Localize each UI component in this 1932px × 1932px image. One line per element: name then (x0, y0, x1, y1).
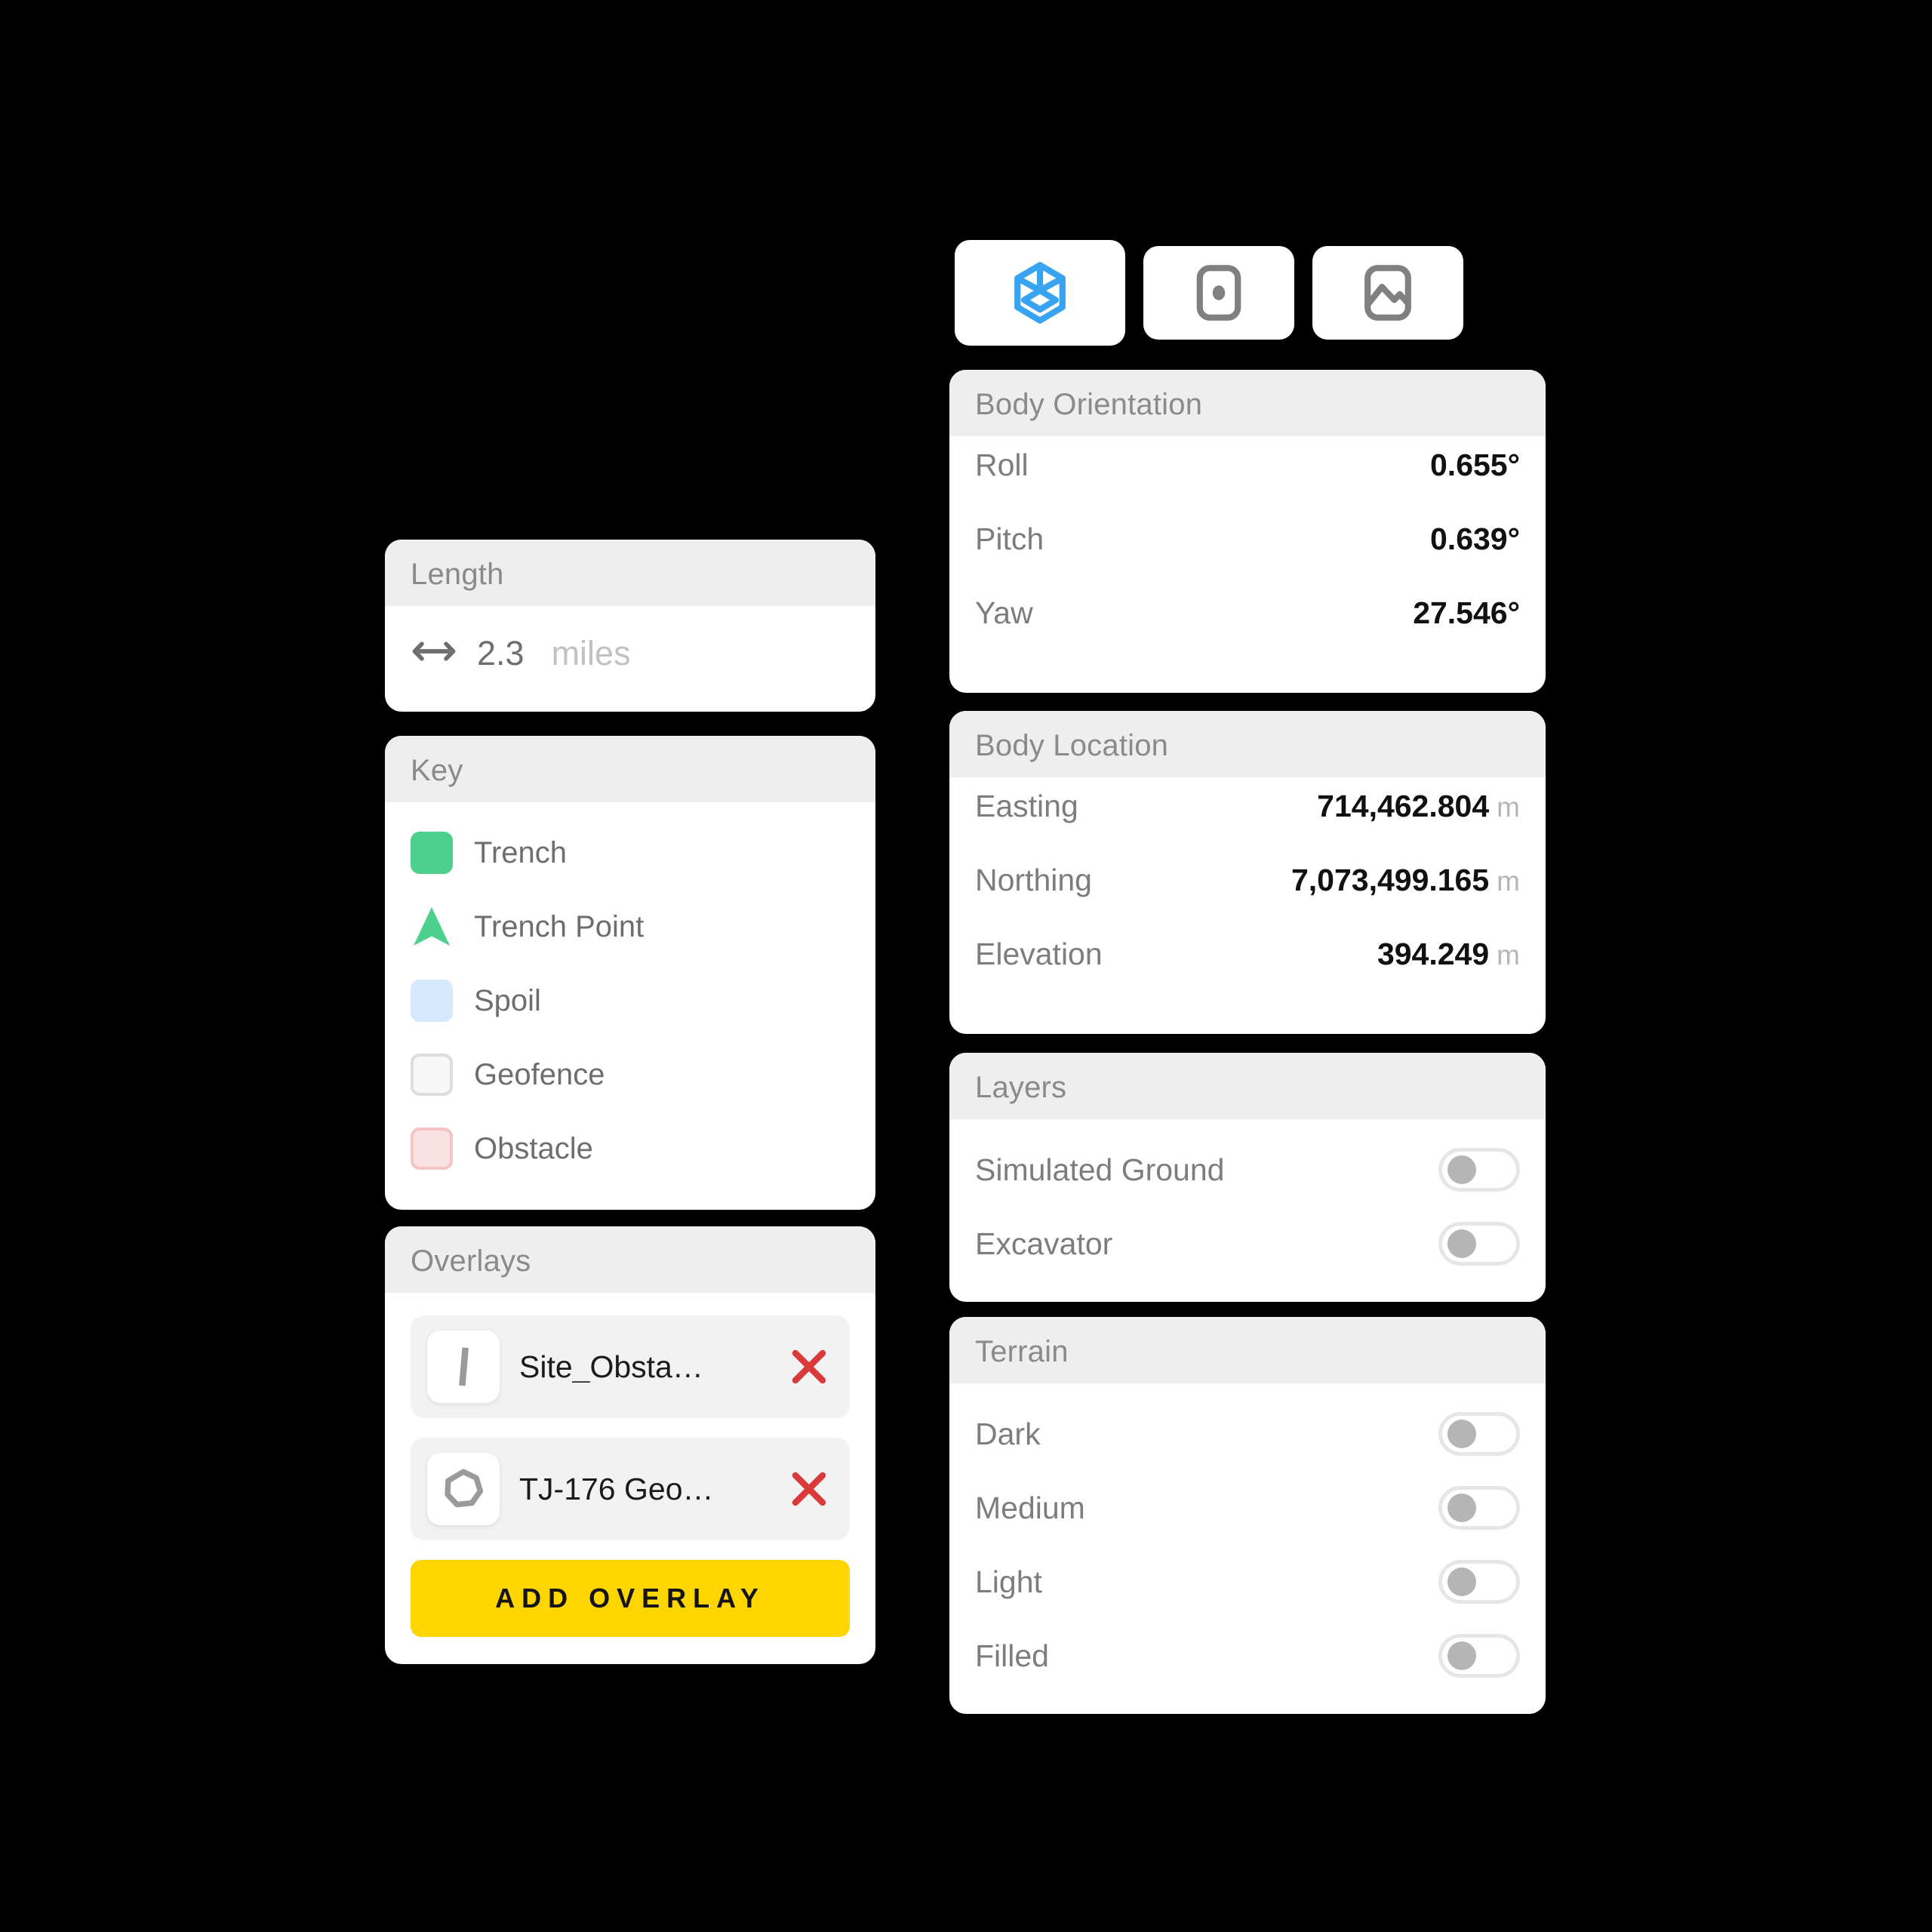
data-row-northing: Northing 7,073,499.165 m (975, 865, 1520, 939)
app-root: Length 2.3 miles Key Trench Trench Point… (0, 0, 1932, 1932)
key-panel-title: Key (385, 736, 875, 802)
key-item-trench-point: Trench Point (411, 890, 850, 964)
terrain-label: Medium (975, 1490, 1085, 1525)
key-item-label: Trench (474, 836, 568, 869)
length-unit: miles (551, 633, 631, 672)
add-overlay-button[interactable]: ADD OVERLAY (411, 1560, 850, 1637)
layer-label: Excavator (975, 1226, 1113, 1261)
layers-panel-title: Layers (949, 1053, 1546, 1119)
overlay-name: Site_Obsta… (519, 1351, 703, 1383)
tool-button-3d-view[interactable] (955, 240, 1125, 346)
trench-swatch-icon (411, 832, 453, 874)
remove-overlay-icon[interactable] (788, 1346, 830, 1388)
layer-toggle-excavator[interactable] (1438, 1222, 1520, 1266)
remove-overlay-icon[interactable] (788, 1468, 830, 1510)
layers-panel: Layers Simulated Ground Excavator (949, 1053, 1546, 1302)
terrain-toggle-light[interactable] (1438, 1560, 1520, 1604)
body-location-panel-title: Body Location (949, 711, 1546, 777)
toggle-knob (1447, 1494, 1476, 1522)
key-item-label: Spoil (474, 984, 541, 1017)
data-row-value: 0.655° (1430, 448, 1520, 482)
terrain-toggle-filled[interactable] (1438, 1634, 1520, 1678)
data-row-roll: Roll 0.655° (975, 450, 1520, 524)
data-row-unit: m (1497, 792, 1520, 823)
data-row-pitch: Pitch 0.639° (975, 524, 1520, 598)
trench-point-arrow-icon (411, 906, 453, 948)
tool-button-plan-view[interactable] (1143, 246, 1294, 340)
data-row-label: Elevation (975, 937, 1103, 971)
overlay-name: TJ-176 Geo… (519, 1473, 714, 1505)
key-item-geofence: Geofence (411, 1038, 850, 1112)
terrain-row-light: Light (975, 1545, 1520, 1619)
double-arrow-icon (411, 638, 457, 668)
toggle-knob (1447, 1567, 1476, 1596)
key-item-obstacle: Obstacle (411, 1112, 850, 1186)
length-panel-title: Length (385, 540, 875, 606)
spoil-swatch-icon (411, 980, 453, 1022)
toggle-knob (1447, 1420, 1476, 1448)
toggle-knob (1447, 1641, 1476, 1670)
body-location-panel: Body Location Easting 714,462.804 m Nort… (949, 711, 1546, 1034)
key-item-label: Obstacle (474, 1132, 593, 1165)
data-row-value: 714,462.804 (1317, 789, 1490, 823)
length-value: 2.3 (477, 633, 525, 672)
terrain-toggle-dark[interactable] (1438, 1412, 1520, 1456)
view-mode-toolbar (955, 240, 1463, 346)
polygon-icon (427, 1453, 500, 1525)
toggle-knob (1447, 1229, 1476, 1258)
length-row: 2.3 miles (411, 614, 850, 692)
data-row-elevation: Elevation 394.249 m (975, 939, 1520, 1013)
layer-toggle-simulated-ground[interactable] (1438, 1148, 1520, 1192)
data-row-value: 27.546° (1413, 595, 1520, 630)
terrain-panel-title: Terrain (949, 1317, 1546, 1383)
obstacle-swatch-icon (411, 1128, 453, 1170)
terrain-row-medium: Medium (975, 1471, 1520, 1545)
terrain-label: Light (975, 1564, 1042, 1599)
overlay-list-item[interactable]: TJ-176 Geo… (411, 1438, 850, 1540)
data-row-label: Roll (975, 448, 1029, 482)
data-row-easting: Easting 714,462.804 m (975, 791, 1520, 865)
terrain-panel: Terrain Dark Medium Light Filled (949, 1317, 1546, 1714)
key-item-label: Geofence (474, 1058, 605, 1091)
data-row-value: 0.639° (1430, 521, 1520, 556)
point-in-frame-icon (1192, 262, 1245, 324)
key-item-trench: Trench (411, 816, 850, 890)
image-icon (1360, 262, 1416, 324)
overlays-panel: Overlays Site_Obsta… TJ-176 Geo… ADD OVE… (385, 1226, 875, 1664)
body-orientation-panel: Body Orientation Roll 0.655° Pitch 0.639… (949, 370, 1546, 693)
data-row-unit: m (1497, 866, 1520, 897)
data-row-label: Northing (975, 863, 1092, 897)
terrain-toggle-medium[interactable] (1438, 1486, 1520, 1530)
overlay-list-item[interactable]: Site_Obsta… (411, 1315, 850, 1418)
cube-icon (1011, 261, 1069, 325)
data-row-value: 394.249 (1377, 937, 1490, 971)
key-item-label: Trench Point (474, 910, 645, 943)
overlays-panel-title: Overlays (385, 1226, 875, 1293)
data-row-label: Yaw (975, 595, 1033, 630)
data-row-value: 7,073,499.165 (1291, 863, 1490, 897)
layer-row-simulated-ground: Simulated Ground (975, 1133, 1520, 1207)
terrain-row-dark: Dark (975, 1397, 1520, 1471)
terrain-row-filled: Filled (975, 1619, 1520, 1693)
terrain-label: Dark (975, 1416, 1041, 1451)
data-row-unit: m (1497, 940, 1520, 971)
terrain-label: Filled (975, 1638, 1049, 1673)
data-row-yaw: Yaw 27.546° (975, 598, 1520, 672)
body-orientation-panel-title: Body Orientation (949, 370, 1546, 436)
length-panel: Length 2.3 miles (385, 540, 875, 712)
line-icon (427, 1331, 500, 1403)
geofence-swatch-icon (411, 1054, 453, 1096)
data-row-label: Easting (975, 789, 1078, 823)
layer-row-excavator: Excavator (975, 1207, 1520, 1281)
key-panel: Key Trench Trench Point Spoil Geofence O… (385, 736, 875, 1210)
layer-label: Simulated Ground (975, 1152, 1225, 1187)
key-item-spoil: Spoil (411, 964, 850, 1038)
tool-button-image-view[interactable] (1312, 246, 1463, 340)
data-row-label: Pitch (975, 521, 1044, 556)
toggle-knob (1447, 1155, 1476, 1184)
